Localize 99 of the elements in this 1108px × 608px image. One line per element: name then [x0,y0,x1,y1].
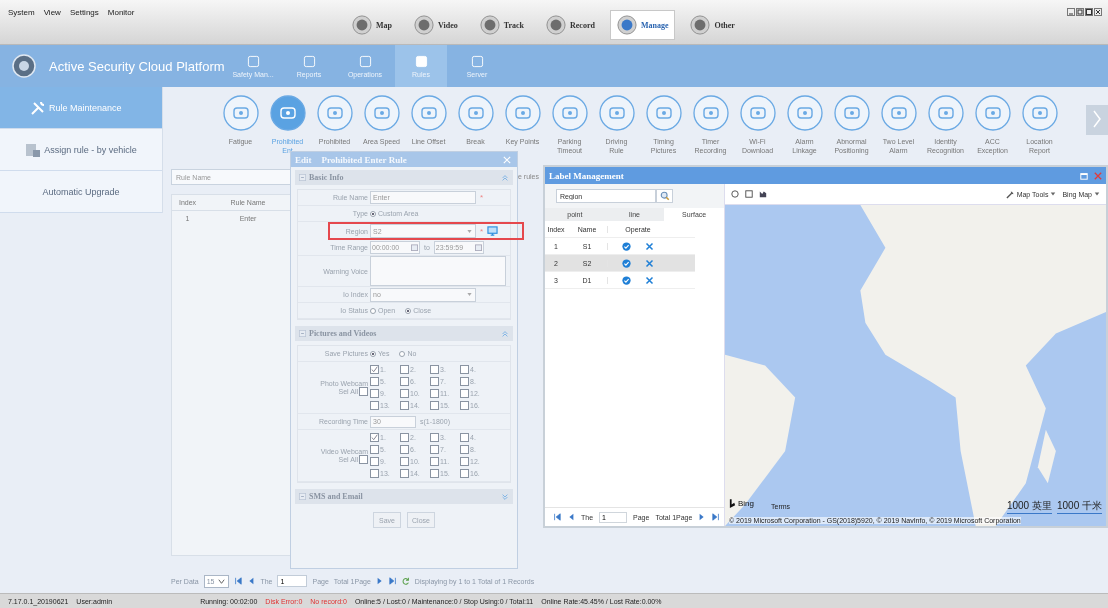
rule-type-icon[interactable] [927,95,964,131]
disc-icon [414,15,434,35]
rule-type-icon[interactable] [457,95,494,131]
bing-logo-icon [729,499,736,508]
close-icon[interactable] [1094,8,1102,16]
section-header[interactable]: SMS and Email [295,489,513,504]
scroll-right-button[interactable] [1086,105,1108,135]
collapse-box-icon [299,493,306,500]
delete-icon[interactable] [645,241,654,251]
restore-icon[interactable] [1076,8,1084,16]
check-mark-icon [371,366,378,373]
scale-bar: 1000 英里 [1006,499,1052,514]
rule-type-icon[interactable] [786,95,823,131]
first-page-icon[interactable] [553,513,561,521]
checkbox[interactable] [359,454,368,464]
rule-type-icon[interactable] [551,95,588,131]
calendar-icon[interactable] [411,244,418,251]
rule-type-icon[interactable] [833,95,870,131]
rule-type-icon[interactable] [880,95,917,131]
disc-icon [546,15,566,35]
collapse-box-icon [299,330,306,337]
rule-type-icon[interactable] [739,95,776,131]
square-icon [470,54,484,68]
square-icon [246,54,260,68]
delete-icon[interactable] [645,258,654,268]
module-tab[interactable]: Manage [609,10,676,40]
last-page-icon[interactable] [712,513,721,521]
dialog-title: Edit [295,154,312,165]
module-tab[interactable]: Other [683,10,742,40]
menu-item[interactable]: Monitor [107,8,135,17]
check-circle-icon[interactable] [622,258,631,268]
polygon-tool-icon[interactable] [759,190,767,198]
dialog-title: Prohibited Enter Rule [321,154,407,165]
voice-text-area[interactable] [370,256,506,286]
rule-type-icon[interactable] [692,95,729,131]
square-icon [302,54,316,68]
disc-icon [690,15,711,35]
app-title: Active Security Cloud Platform [49,58,226,74]
caret-icon [1050,191,1057,197]
menu-item[interactable]: System [8,8,35,17]
square-icon [414,54,428,68]
required-mark: * [480,193,484,202]
previous-page-icon[interactable] [247,577,256,585]
required-mark: * [480,226,484,236]
rule-type-icon[interactable] [316,95,353,131]
chevron-icon[interactable] [501,492,509,501]
chevron-icon[interactable] [501,329,509,338]
section-header[interactable]: Basic Info [295,170,513,185]
collapse-box-icon [299,174,306,181]
check-mark-icon [371,434,378,441]
square-icon [358,54,372,68]
tools-icon [30,99,46,116]
refresh-icon[interactable] [401,577,410,585]
rule-type-icon[interactable] [504,95,541,131]
minimize-icon[interactable] [1067,8,1075,16]
chevron-right-icon [1092,108,1102,129]
rule-type-icon[interactable] [363,95,400,131]
caret-icon [466,227,473,235]
rule-type-icon[interactable] [1021,95,1058,131]
circle-tool-icon[interactable] [731,190,739,198]
module-tab[interactable]: Record [539,10,602,40]
logo-icon [12,54,36,78]
rule-type-icon[interactable] [598,95,635,131]
menu-item[interactable]: Settings [69,8,99,17]
module-tab[interactable]: Map [345,10,399,40]
rule-type-icon[interactable] [269,95,306,131]
rule-type-icon[interactable] [410,95,447,131]
menu-item[interactable]: View [43,8,61,17]
disc-icon [352,15,372,35]
check-circle-icon[interactable] [622,241,631,251]
caret-icon [1094,191,1100,197]
monitor-icon[interactable] [487,226,499,236]
module-tab[interactable]: Track [472,10,531,40]
checkbox[interactable] [359,386,368,396]
module-tab[interactable]: Video [407,10,465,40]
window-title: Label Management [549,170,624,181]
calendar-icon[interactable] [474,244,482,251]
next-page-icon[interactable] [375,577,384,585]
disc-icon [616,15,637,35]
rectangle-tool-icon[interactable] [745,190,753,198]
clipboard-icon [25,141,42,158]
disc-icon [479,15,500,35]
check-circle-icon[interactable] [622,275,631,285]
first-page-icon[interactable] [234,577,243,585]
chevron-icon[interactable] [501,173,509,182]
last-page-icon[interactable] [388,577,397,585]
delete-icon[interactable] [645,275,654,285]
rule-type-icon[interactable] [974,95,1011,131]
rule-type-icon[interactable] [222,95,259,131]
sidebar-item[interactable]: Rule Maintenance [0,87,162,129]
previous-page-icon[interactable] [567,513,575,521]
map-logo-text: Bing [738,499,754,508]
search-icon [659,191,670,201]
section-header[interactable]: Pictures and Videos [295,326,513,341]
maximize-icon[interactable] [1085,8,1093,16]
caret-icon [466,291,473,298]
rule-type-icon[interactable] [645,95,682,131]
search-button[interactable] [656,189,673,203]
scale-bar: 1000 千米 [1056,499,1102,514]
